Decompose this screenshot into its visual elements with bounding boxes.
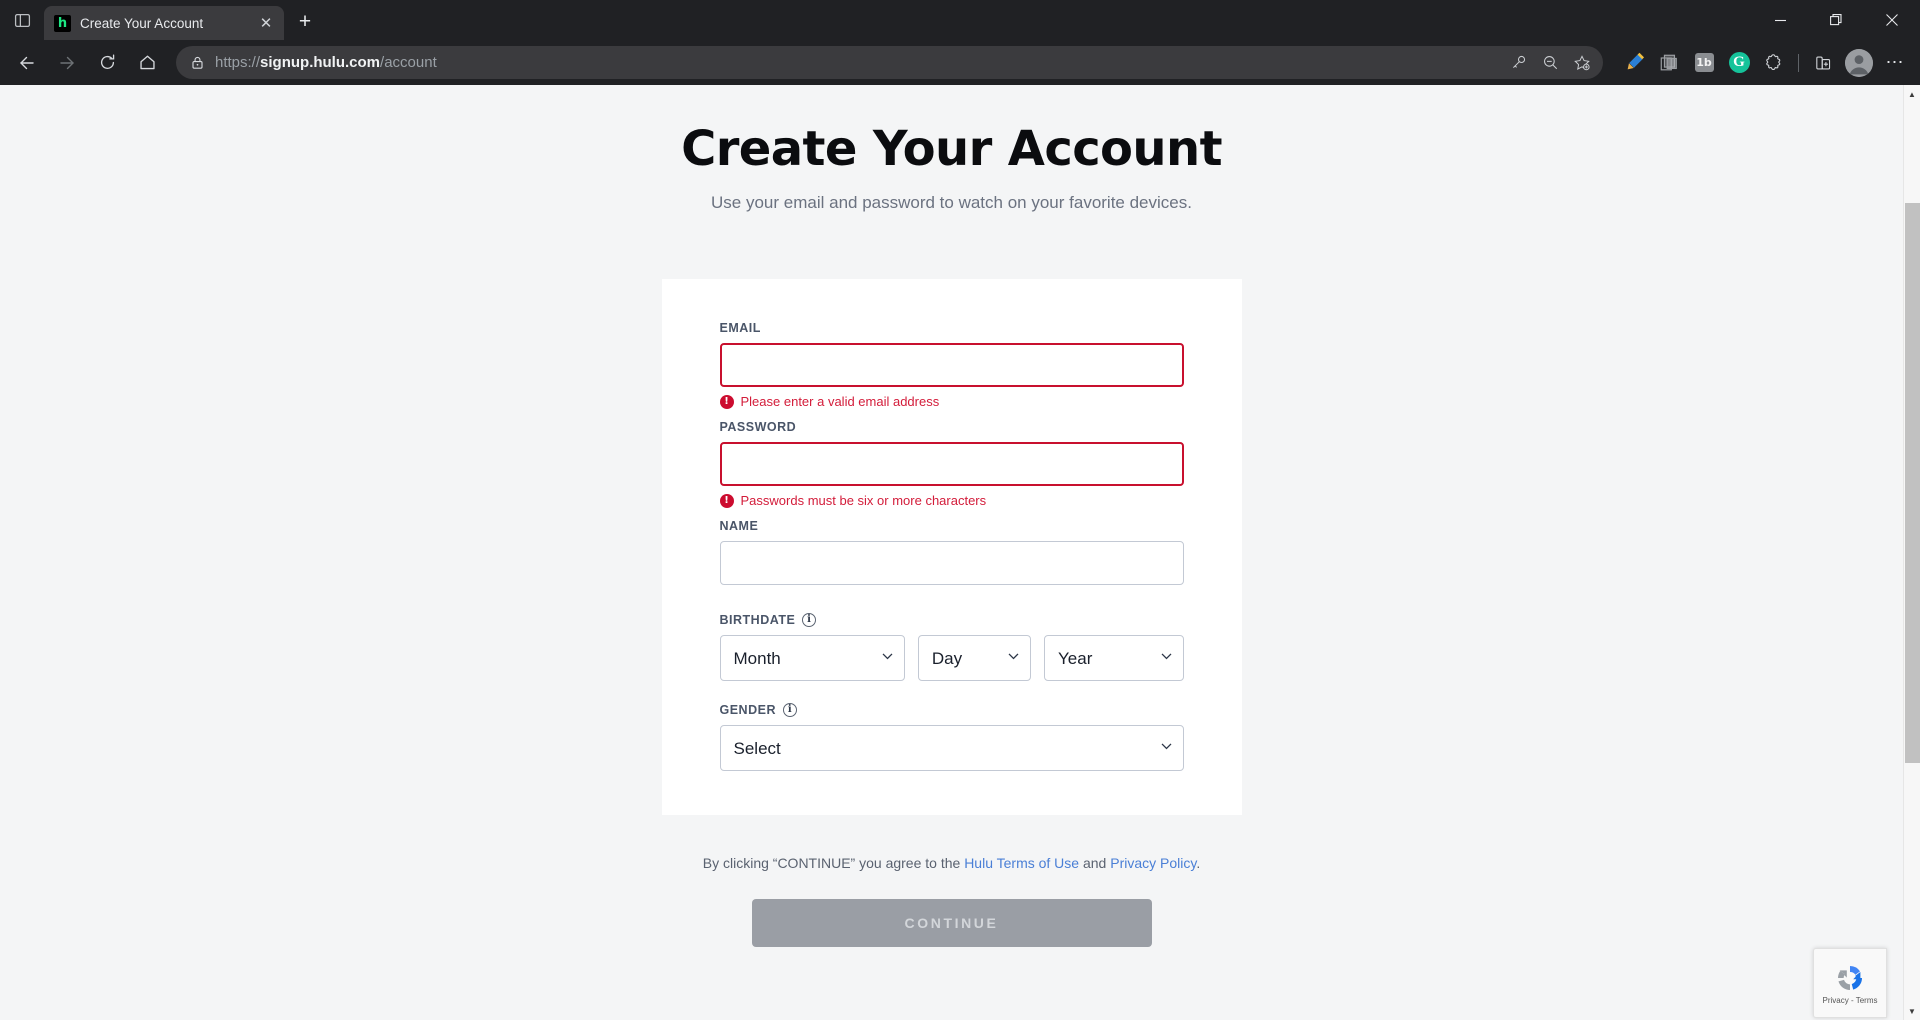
grammarly-extension-label: G: [1728, 52, 1750, 73]
name-label: NAME: [719, 519, 759, 533]
page-viewport: Create Your Account Use your email and p…: [0, 85, 1920, 1020]
legal-disclaimer: By clicking “CONTINUE” you agree to the …: [0, 855, 1903, 871]
more-dots-icon: ⋯: [1885, 52, 1905, 72]
gender-info-icon[interactable]: i: [782, 703, 797, 717]
refresh-icon[interactable]: [88, 46, 126, 80]
address-bar[interactable]: https://signup.hulu.com/account: [176, 46, 1603, 79]
terms-of-use-link[interactable]: Hulu Terms of Use: [964, 855, 1079, 871]
password-input[interactable]: [719, 442, 1184, 486]
password-error-text: Passwords must be six or more characters: [740, 493, 987, 508]
hulu-signup-page: Create Your Account Use your email and p…: [0, 85, 1903, 1020]
birthdate-field-group: BIRTHDATE i Month Day Year: [719, 613, 1184, 681]
close-window-button[interactable]: [1864, 0, 1920, 40]
page-scrollbar[interactable]: ▲ ▼: [1903, 85, 1920, 1020]
window-controls: [1752, 0, 1920, 40]
password-error-message: ! Passwords must be six or more characte…: [719, 493, 1184, 508]
add-favorite-star-icon[interactable]: [1567, 49, 1597, 77]
continue-button-row: CONTINUE: [0, 899, 1903, 947]
scrollbar-track[interactable]: [1904, 103, 1920, 1002]
email-error-message: ! Please enter a valid email address: [719, 394, 1184, 409]
legal-suffix: .: [1196, 855, 1201, 871]
legal-middle: and: [1079, 855, 1111, 871]
browser-window: h Create Your Account ✕ + https://signup…: [0, 0, 1920, 1020]
browser-toolbar: https://signup.hulu.com/account 1b G ⋯: [0, 40, 1920, 85]
pen-highlighter-extension-icon[interactable]: [1617, 46, 1651, 80]
lock-icon: [190, 55, 205, 70]
birthdate-label-text: BIRTHDATE: [719, 613, 796, 627]
omnibox-actions: [1503, 49, 1597, 77]
url-text: https://signup.hulu.com/account: [215, 54, 1493, 71]
page-subtitle: Use your email and password to watch on …: [711, 193, 1192, 212]
signup-form-card: EMAIL ! Please enter a valid email addre…: [661, 279, 1242, 815]
email-field-group: EMAIL ! Please enter a valid email addre…: [719, 321, 1184, 409]
birth-year-wrapper: Year: [1044, 635, 1184, 681]
email-input[interactable]: [719, 343, 1184, 387]
recaptcha-badge[interactable]: Privacy - Terms: [1813, 948, 1887, 1018]
maximize-button[interactable]: [1808, 0, 1864, 40]
tab-strip: h Create Your Account ✕ +: [0, 0, 1920, 40]
home-icon[interactable]: [128, 46, 166, 80]
birth-month-wrapper: Month: [719, 635, 905, 681]
recaptcha-privacy-terms-text[interactable]: Privacy - Terms: [1823, 996, 1878, 1005]
legal-prefix: By clicking “CONTINUE” you agree to the: [702, 855, 965, 871]
scrollbar-thumb[interactable]: [1904, 203, 1920, 763]
settings-and-more-button[interactable]: ⋯: [1878, 46, 1912, 80]
birthdate-info-icon[interactable]: i: [802, 613, 817, 627]
grammarly-extension-icon[interactable]: G: [1722, 46, 1756, 80]
birth-day-select[interactable]: Day: [917, 635, 1031, 681]
tab-title: Create Your Account: [80, 15, 204, 31]
tab-search-icon[interactable]: [0, 0, 44, 40]
email-label: EMAIL: [719, 321, 761, 335]
hulu-favicon: h: [54, 14, 71, 32]
toolbar-divider: [1798, 53, 1799, 72]
gender-label-text: GENDER: [719, 703, 776, 717]
url-scheme: https://: [215, 54, 261, 71]
honey-extension-icon[interactable]: 1b: [1687, 46, 1721, 80]
tab-close-icon[interactable]: ✕: [256, 13, 276, 33]
key-icon[interactable]: [1503, 49, 1533, 77]
forward-arrow-icon[interactable]: [48, 46, 86, 80]
name-input[interactable]: [719, 541, 1184, 585]
gender-label: GENDER i: [720, 703, 1184, 717]
screenshot-extension-icon[interactable]: [1652, 46, 1686, 80]
zoom-out-icon[interactable]: [1535, 49, 1565, 77]
collections-icon[interactable]: [1806, 46, 1840, 80]
honey-extension-label: 1b: [1694, 53, 1714, 72]
url-host: signup.hulu.com: [260, 54, 381, 71]
birthdate-label: BIRTHDATE i: [720, 613, 1184, 627]
minimize-button[interactable]: [1752, 0, 1808, 40]
gender-field-group: GENDER i Select: [719, 703, 1184, 771]
scroll-up-arrow-icon[interactable]: ▲: [1904, 85, 1920, 103]
password-label: PASSWORD: [719, 420, 797, 434]
extension-toolbar: 1b G ⋯: [1613, 46, 1912, 80]
error-exclamation-icon: !: [719, 394, 734, 409]
continue-button[interactable]: CONTINUE: [751, 899, 1152, 947]
birth-month-select[interactable]: Month: [719, 635, 905, 681]
name-field-group: NAME: [719, 519, 1184, 585]
new-tab-button[interactable]: +: [288, 5, 322, 39]
scroll-down-arrow-icon[interactable]: ▼: [1904, 1002, 1920, 1020]
birth-day-wrapper: Day: [917, 635, 1031, 681]
page-title: Create Your Account: [681, 121, 1222, 177]
gender-select[interactable]: Select: [719, 725, 1184, 771]
password-field-group: PASSWORD ! Passwords must be six or more…: [719, 420, 1184, 508]
birth-year-select[interactable]: Year: [1044, 635, 1184, 681]
birthdate-selects-row: Month Day Year: [719, 635, 1184, 681]
extensions-puzzle-icon[interactable]: [1757, 46, 1791, 80]
back-arrow-icon[interactable]: [8, 46, 46, 80]
browser-tab[interactable]: h Create Your Account ✕: [44, 6, 284, 40]
error-exclamation-icon: !: [719, 493, 734, 508]
page-content: Create Your Account Use your email and p…: [0, 85, 1903, 947]
privacy-policy-link[interactable]: Privacy Policy: [1110, 855, 1196, 871]
recaptcha-logo-icon: [1838, 965, 1862, 990]
email-error-text: Please enter a valid email address: [740, 394, 940, 409]
profile-avatar-icon[interactable]: [1845, 48, 1873, 77]
gender-select-wrapper: Select: [719, 725, 1184, 771]
url-path: /account: [380, 54, 437, 71]
